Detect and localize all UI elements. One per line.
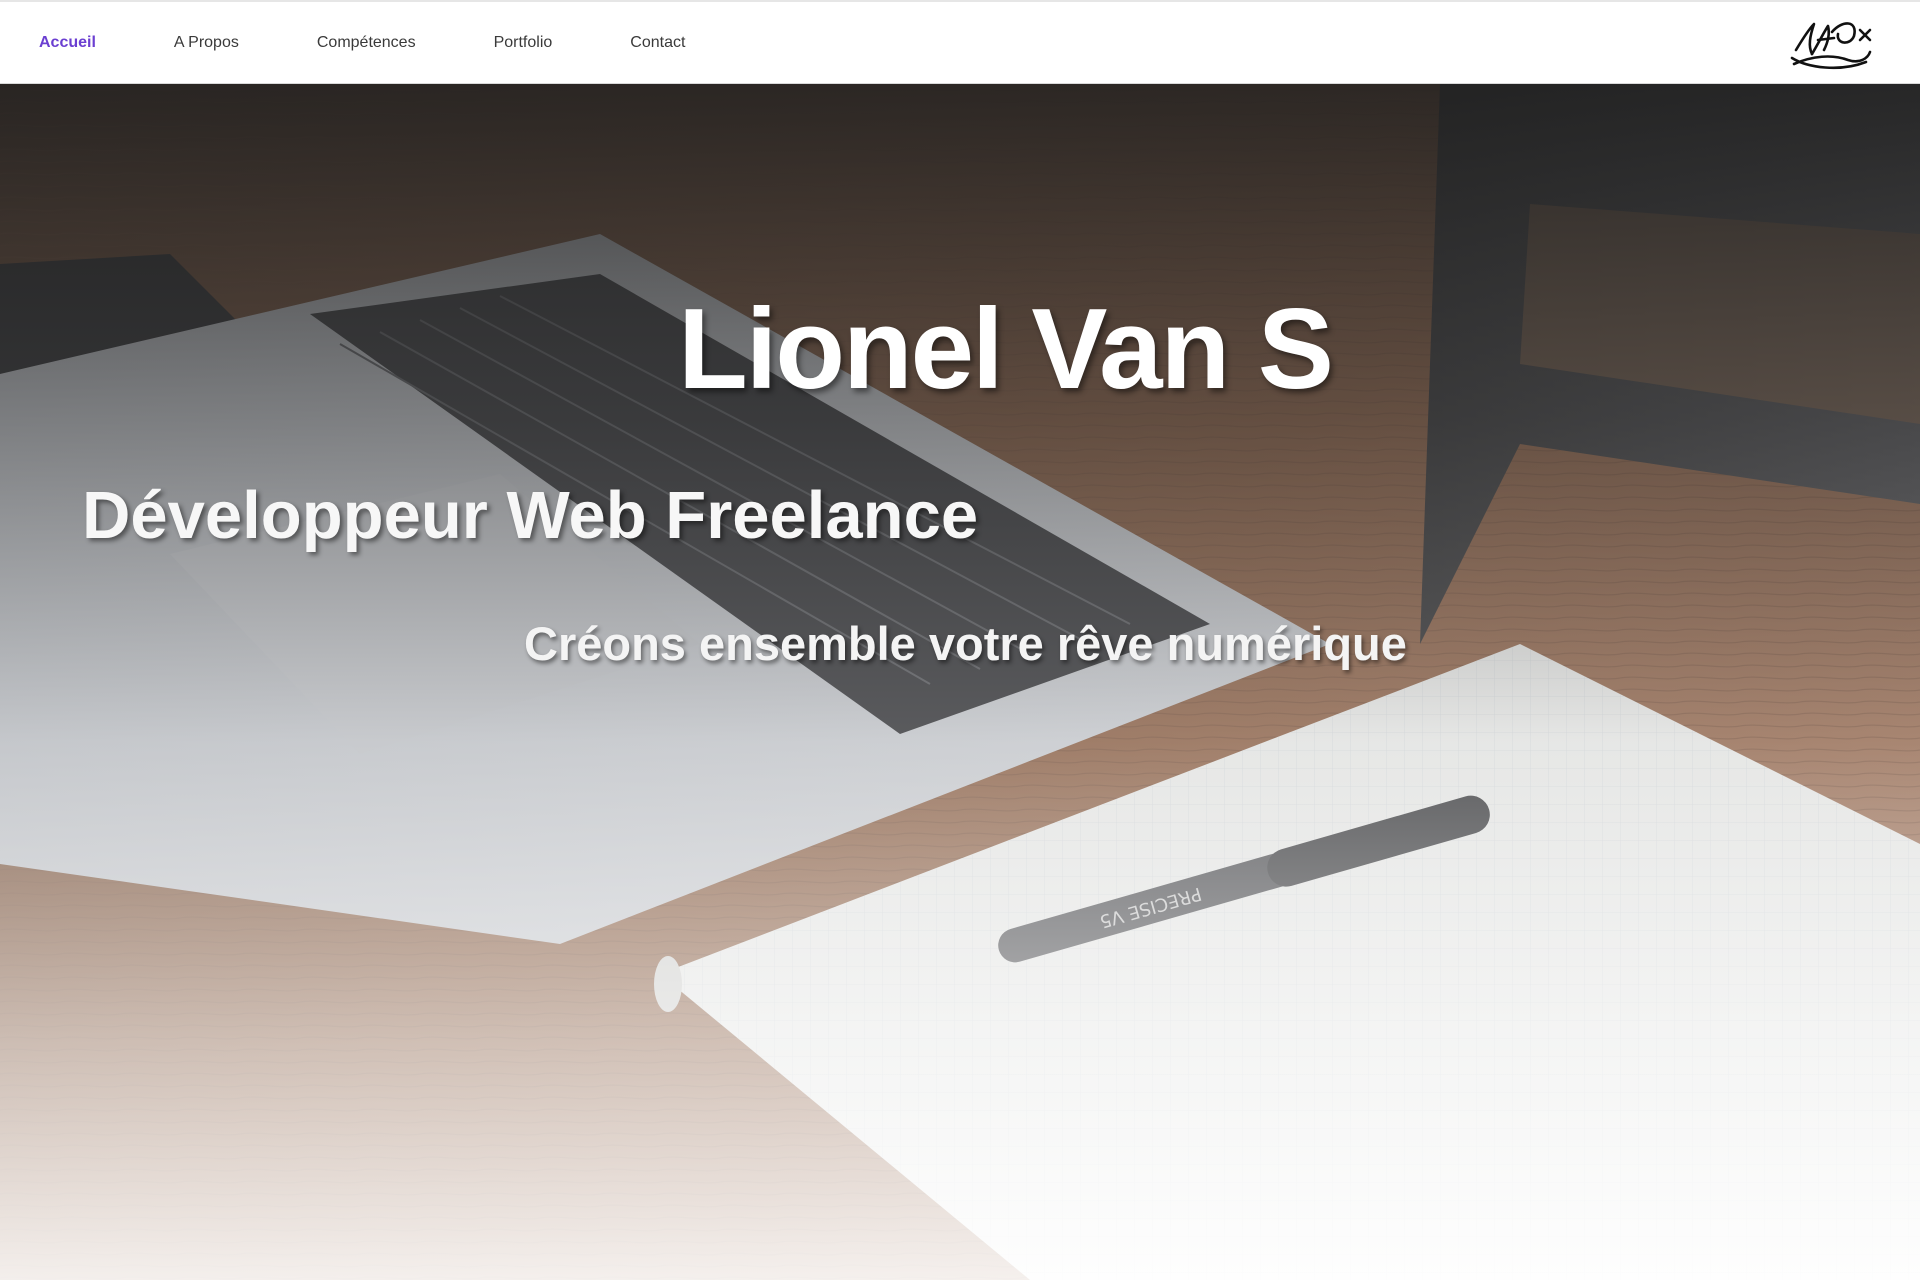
nav-link-a-propos[interactable]: A Propos [174,34,239,52]
hero-section: PRECISE V5 Lionel Van S Développeur Web … [0,84,1920,1280]
hero-gradient-overlay [0,84,1920,1280]
page: Accueil A Propos Compétences Portfolio C… [0,0,1920,1280]
nav-link-contact[interactable]: Contact [630,34,685,52]
hero-title: Lionel Van S [678,286,1334,413]
nav-links: Accueil A Propos Compétences Portfolio C… [39,2,763,84]
signature-logo-icon[interactable] [1788,10,1874,76]
hero-tagline: Créons ensemble votre rêve numérique [524,617,1407,670]
nav-link-competences[interactable]: Compétences [317,34,416,52]
nav-link-accueil[interactable]: Accueil [39,34,96,52]
hero-subtitle: Développeur Web Freelance [82,478,979,553]
top-navbar: Accueil A Propos Compétences Portfolio C… [0,0,1920,84]
nav-link-portfolio[interactable]: Portfolio [494,34,553,52]
